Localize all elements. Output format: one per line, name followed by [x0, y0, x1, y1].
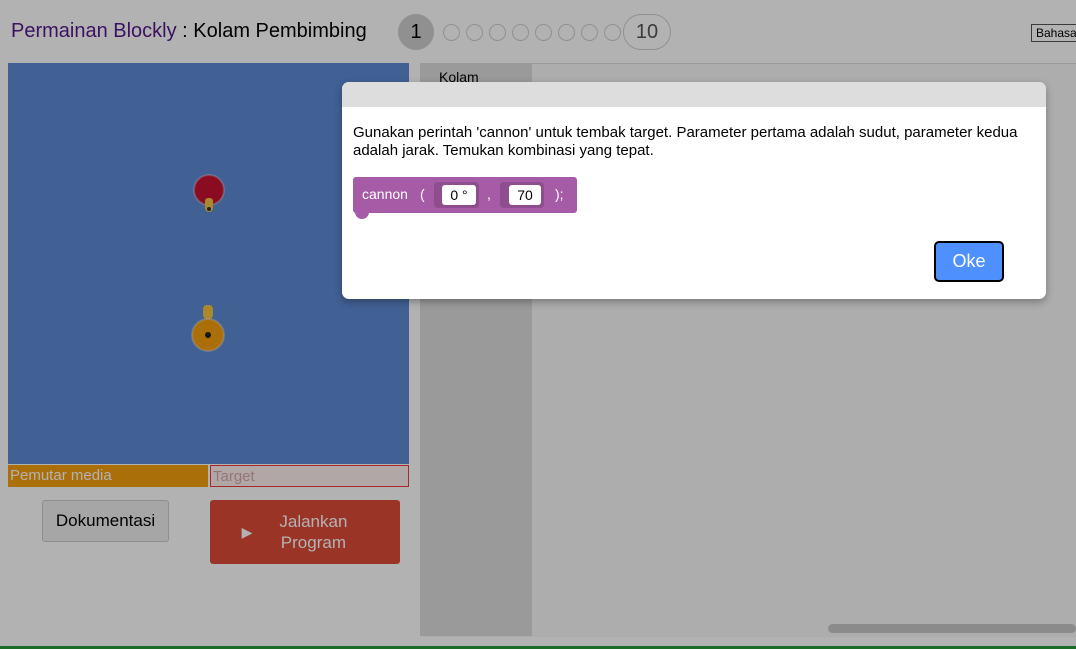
ok-button[interactable]: Oke: [934, 241, 1004, 282]
block-open-paren: (: [420, 186, 425, 202]
dialog-instructions: Gunakan perintah 'cannon' untuk tembak t…: [353, 124, 1018, 159]
block-close: );: [555, 186, 564, 202]
angle-field: 0 °: [442, 185, 476, 205]
block-comma: ,: [487, 186, 491, 202]
help-dialog: Gunakan perintah 'cannon' untuk tembak t…: [342, 82, 1046, 299]
page: Permainan Blockly : Kolam Pembimbing 1 1…: [0, 0, 1076, 649]
cannon-block: cannon ( 0 ° , 70 );: [353, 177, 577, 213]
block-name: cannon: [362, 186, 408, 202]
distance-field: 70: [509, 185, 541, 205]
block-bottom-notch: [355, 211, 369, 219]
dialog-header: [342, 82, 1046, 107]
